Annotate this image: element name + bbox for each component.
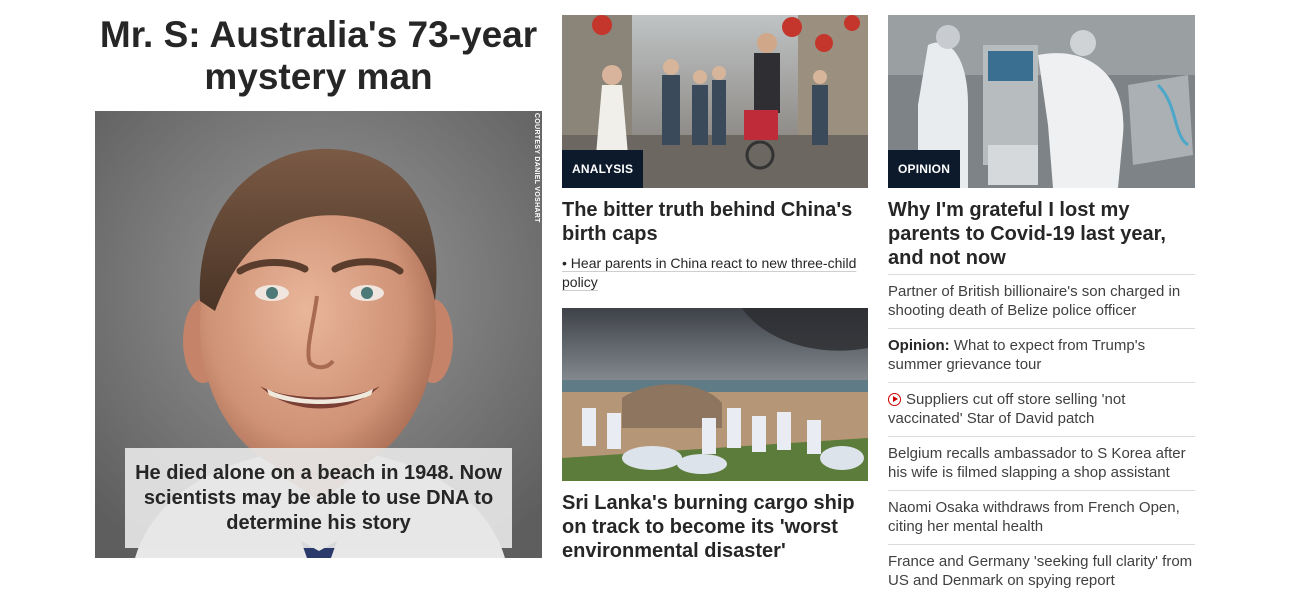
story-card-china[interactable]: ANALYSIS The bitter truth behind China's… xyxy=(562,15,868,292)
headline-text[interactable]: Partner of British billionaire's son cha… xyxy=(888,283,1180,319)
headline-item[interactable]: Partner of British billionaire's son cha… xyxy=(888,274,1195,328)
analysis-badge: ANALYSIS xyxy=(562,150,644,188)
headline-text[interactable]: Belgium recalls ambassador to S Korea af… xyxy=(888,445,1186,481)
hero-portrait-image: COURTESY DANIEL VOSHART He died alone on… xyxy=(95,111,542,558)
headline-text[interactable]: Naomi Osaka withdraws from French Open, … xyxy=(888,499,1180,535)
hero-caption[interactable]: He died alone on a beach in 1948. Now sc… xyxy=(125,448,512,548)
headline-text[interactable]: France and Germany 'seeking full clarity… xyxy=(888,553,1192,589)
hero-story-link[interactable]: COURTESY DANIEL VOSHART He died alone on… xyxy=(95,111,542,558)
covid-headline[interactable]: Why I'm grateful I lost my parents to Co… xyxy=(888,198,1195,270)
headline-text[interactable]: Suppliers cut off store selling 'not vac… xyxy=(888,391,1125,427)
china-street-image[interactable]: ANALYSIS xyxy=(562,15,868,188)
story-card-sri-lanka[interactable]: Sri Lanka's burning cargo ship on track … xyxy=(562,308,868,563)
headline-item[interactable]: Belgium recalls ambassador to S Korea af… xyxy=(888,436,1195,490)
covid-icu-image[interactable]: OPINION xyxy=(888,15,1195,188)
china-headline[interactable]: The bitter truth behind China's birth ca… xyxy=(562,198,868,246)
opinion-badge: OPINION xyxy=(888,150,961,188)
headline-item[interactable]: Opinion: What to expect from Trump's sum… xyxy=(888,328,1195,382)
sri-lanka-beach-image[interactable] xyxy=(562,308,868,481)
headline-item[interactable]: France and Germany 'seeking full clarity… xyxy=(888,544,1195,598)
news-homepage-zone: Mr. S: Australia's 73-year mystery man C… xyxy=(0,0,1290,612)
image-credit: COURTESY DANIEL VOSHART xyxy=(533,113,540,223)
story-card-covid-opinion[interactable]: OPINION Why I'm grateful I lost my paren… xyxy=(888,15,1195,270)
hero-headline[interactable]: Mr. S: Australia's 73-year mystery man xyxy=(95,14,542,98)
china-related-link[interactable]: • Hear parents in China react to new thr… xyxy=(562,254,868,292)
headline-item[interactable]: Suppliers cut off store selling 'not vac… xyxy=(888,382,1195,436)
headline-item[interactable]: Naomi Osaka withdraws from French Open, … xyxy=(888,490,1195,544)
headline-list: Partner of British billionaire's son cha… xyxy=(888,274,1195,598)
play-video-icon xyxy=(888,393,901,406)
sri-lanka-headline[interactable]: Sri Lanka's burning cargo ship on track … xyxy=(562,491,868,563)
opinion-label: Opinion: xyxy=(888,337,950,354)
